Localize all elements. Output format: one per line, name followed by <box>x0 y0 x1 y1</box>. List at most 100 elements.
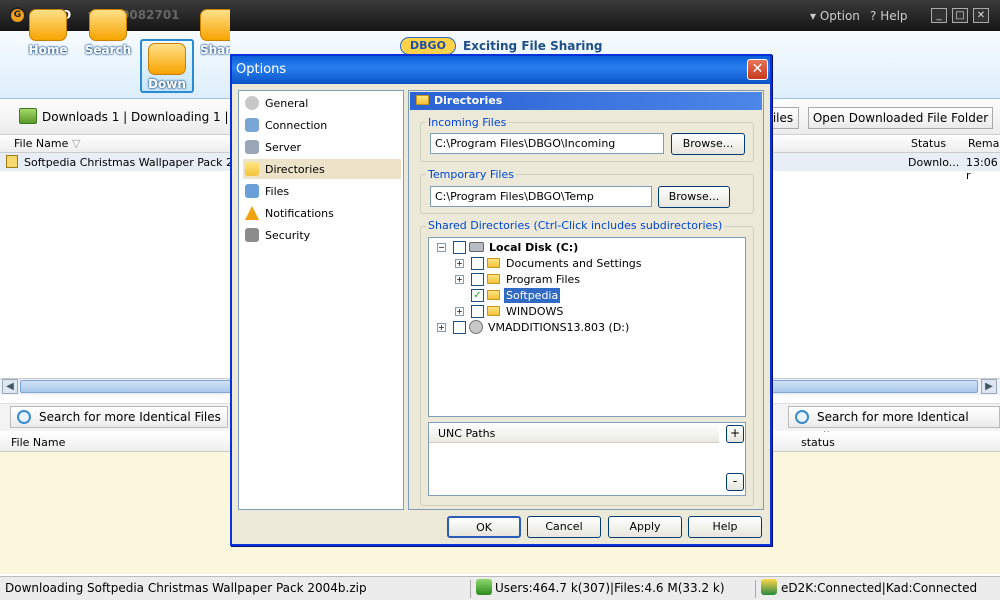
expand-icon[interactable]: + <box>455 275 464 284</box>
expand-icon[interactable]: + <box>437 323 446 332</box>
row-remaining: 13:06 r <box>966 156 998 182</box>
scroll-thumb-right[interactable] <box>770 380 978 393</box>
dialog-title-bar[interactable]: Options ✕ <box>232 56 770 84</box>
status-message: Downloading Softpedia Christmas Wallpape… <box>5 581 367 595</box>
file-icon <box>6 155 18 168</box>
downloads-icon <box>19 108 37 124</box>
open-downloaded-folder-button[interactable]: Open Downloaded File Folder <box>808 107 993 129</box>
share-icon <box>200 9 230 41</box>
tree-node-label: Documents and Settings <box>506 257 642 270</box>
search-icon <box>17 410 31 424</box>
help-menu[interactable]: ? Help <box>870 9 908 23</box>
users-icon <box>476 579 492 595</box>
nav-item-connection[interactable]: Connection <box>243 115 401 135</box>
options-nav: General Connection Server Directories Fi… <box>238 90 404 510</box>
connection-icon <box>245 118 259 132</box>
scroll-right-icon[interactable]: ▶ <box>981 379 997 394</box>
temporary-browse-button[interactable]: Browse... <box>658 186 730 208</box>
files-icon <box>245 184 259 198</box>
brand-tagline: Exciting File Sharing <box>463 39 603 53</box>
nav-item-general[interactable]: General <box>243 93 401 113</box>
option-menu[interactable]: ▾ Option <box>810 9 860 23</box>
expand-icon[interactable]: + <box>455 259 464 268</box>
tree-node-softpedia[interactable]: ✓ Softpedia <box>429 288 729 304</box>
nav-item-files[interactable]: Files <box>243 181 401 201</box>
incoming-browse-button[interactable]: Browse... <box>671 133 745 155</box>
shared-label: Shared Directories (Ctrl-Click includes … <box>426 219 725 232</box>
add-unc-button[interactable]: + <box>726 425 744 443</box>
nav-item-notifications[interactable]: Notifications <box>243 203 401 223</box>
tree-checkbox[interactable] <box>453 241 466 254</box>
folder-icon <box>487 306 500 316</box>
col-status-lower[interactable]: status <box>801 436 835 449</box>
row-file-name: Softpedia Christmas Wallpaper Pack 2004b <box>24 156 261 169</box>
tree-checkbox[interactable] <box>453 321 466 334</box>
nav-item-label: Security <box>265 229 311 242</box>
search-identical-button-right[interactable]: Search for more Identical Files <box>788 406 1000 444</box>
cd-drive-icon <box>469 320 483 334</box>
status-divider <box>755 580 756 598</box>
remove-unc-button[interactable]: - <box>726 473 744 491</box>
nav-item-label: Connection <box>265 119 328 132</box>
nav-item-security[interactable]: Security <box>243 225 401 245</box>
share-button[interactable]: Shar <box>200 7 230 63</box>
tree-node-documents[interactable]: + Documents and Settings <box>429 256 729 272</box>
tree-node-vmadditions[interactable]: + VMADDITIONS13.803 (D:) <box>429 320 729 336</box>
scroll-thumb[interactable] <box>20 380 232 393</box>
nav-item-label: Files <box>265 185 290 198</box>
folder-icon <box>487 258 500 268</box>
search-identical-button-left[interactable]: Search for more Identical Files <box>10 406 228 428</box>
nav-item-label: Server <box>265 141 302 154</box>
nav-item-directories[interactable]: Directories <box>243 159 401 179</box>
col-file-name[interactable]: File Name <box>14 137 68 150</box>
nav-item-label: Notifications <box>265 207 334 220</box>
col-status[interactable]: Status <box>911 137 946 150</box>
tree-checkbox-checked[interactable]: ✓ <box>471 289 484 302</box>
minimize-icon[interactable]: _ <box>931 8 947 23</box>
tree-node-program-files[interactable]: + Program Files <box>429 272 729 288</box>
scroll-left-icon[interactable]: ◀ <box>2 379 18 394</box>
search-icon <box>795 410 809 424</box>
tree-node-label: Local Disk (C:) <box>489 241 579 254</box>
help-button[interactable]: Help <box>688 516 762 538</box>
tree-checkbox[interactable] <box>471 257 484 270</box>
temporary-path-field[interactable]: C:\Program Files\DBGO\Temp <box>430 186 652 207</box>
option-label: Option <box>819 9 860 23</box>
home-icon <box>29 9 67 41</box>
search-icon <box>89 9 127 41</box>
incoming-path-field[interactable]: C:\Program Files\DBGO\Incoming <box>430 133 664 154</box>
gear-icon <box>245 96 259 110</box>
nav-item-server[interactable]: Server <box>243 137 401 157</box>
close-icon[interactable]: ✕ <box>747 59 768 80</box>
status-bar: Downloading Softpedia Christmas Wallpape… <box>0 576 1000 600</box>
cancel-button[interactable]: Cancel <box>527 516 601 538</box>
download-icon <box>148 43 186 75</box>
section-header: Directories <box>410 92 762 110</box>
search-button[interactable]: Search <box>82 7 134 63</box>
temporary-label: Temporary Files <box>426 168 516 181</box>
shared-directory-tree[interactable]: − Local Disk (C:) + Documents and Settin… <box>428 237 746 417</box>
tree-node-windows[interactable]: + WINDOWS <box>429 304 729 320</box>
home-button[interactable]: Home <box>22 7 74 63</box>
close-icon[interactable]: ✕ <box>973 8 989 23</box>
tree-checkbox[interactable] <box>471 273 484 286</box>
tree-checkbox[interactable] <box>471 305 484 318</box>
folder-icon <box>487 274 500 284</box>
network-icon <box>761 579 777 595</box>
col-remaining[interactable]: Rema <box>968 137 999 150</box>
folder-icon <box>416 95 429 105</box>
ok-button[interactable]: OK <box>447 516 521 538</box>
expand-icon[interactable]: + <box>455 307 464 316</box>
folder-icon <box>487 290 500 300</box>
col-file-name-lower[interactable]: File Name <box>11 436 65 449</box>
maximize-icon[interactable]: □ <box>952 8 968 23</box>
down-button[interactable]: Down <box>140 39 194 93</box>
sort-arrow-icon: ▽ <box>72 137 81 150</box>
drive-icon <box>469 242 484 252</box>
folder-icon <box>245 162 259 176</box>
status-connection: eD2K:Connected|Kad:Connected <box>781 581 978 595</box>
apply-button[interactable]: Apply <box>608 516 682 538</box>
down-label: Down <box>148 77 186 91</box>
tree-node-local-disk[interactable]: − Local Disk (C:) <box>429 240 729 256</box>
collapse-icon[interactable]: − <box>437 243 446 252</box>
